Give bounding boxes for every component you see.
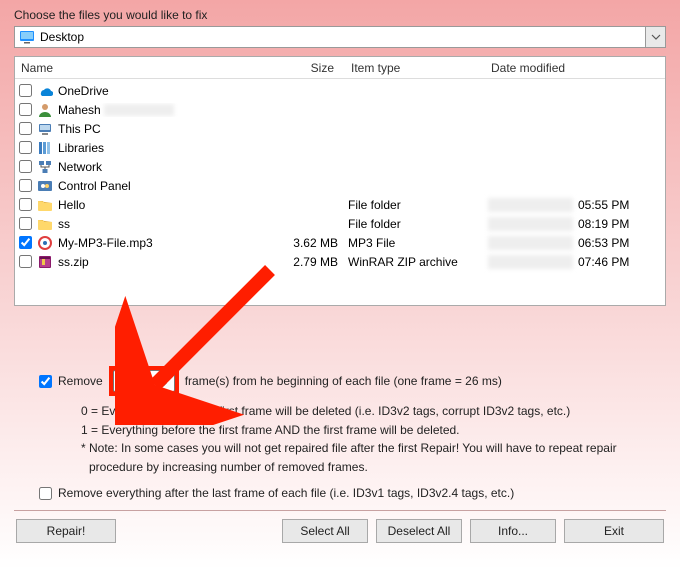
button-bar: Repair! Select All Deselect All Info... … [14,519,666,543]
file-checkbox[interactable] [19,122,32,135]
info-button[interactable]: Info... [470,519,556,543]
file-row[interactable]: ss File folder 08:19 PM [15,214,665,233]
frames-spinner-highlight [109,366,179,396]
location-field[interactable]: Desktop [14,26,646,48]
file-checkbox[interactable] [19,179,32,192]
folder-icon [37,197,53,213]
remove-frames-checkbox[interactable] [39,375,52,388]
file-row[interactable]: Libraries [15,138,665,157]
file-type: MP3 File [348,236,488,250]
file-checkbox[interactable] [19,160,32,173]
control-icon [37,178,53,194]
folder-icon [37,216,53,232]
file-name: OneDrive [58,84,278,98]
file-name: ss.zip [58,255,278,269]
redacted-text [104,104,174,116]
location-dropdown-button[interactable] [646,26,666,48]
file-size: 3.62 MB [278,236,348,250]
file-row[interactable]: My-MP3-File.mp33.62 MBMP3 File 06:53 PM [15,233,665,252]
location-bar: Desktop [14,26,666,48]
file-name: Mahesh [58,103,278,117]
file-row[interactable]: This PC [15,119,665,138]
frames-spinner[interactable] [113,370,175,392]
file-name: Libraries [58,141,278,155]
file-row[interactable]: Hello File folder 05:55 PM [15,195,665,214]
file-name: Control Panel [58,179,278,193]
file-row[interactable]: ss.zip2.79 MBWinRAR ZIP archive 07:46 PM [15,252,665,271]
file-row[interactable]: Control Panel [15,176,665,195]
network-icon [37,159,53,175]
location-label: Desktop [40,30,84,44]
file-row[interactable]: Mahesh [15,100,665,119]
file-rows: OneDrive Mahesh This PC Libraries Network Con… [15,79,665,273]
remove-after-row: Remove everything after the last frame o… [39,486,666,500]
col-header-date[interactable]: Date modified [485,58,665,78]
file-name: My-MP3-File.mp3 [58,236,278,250]
user-icon [37,102,53,118]
desktop-icon [19,29,35,45]
remove-frames-label-after: frame(s) from he beginning of each file … [185,374,502,388]
file-checkbox[interactable] [19,103,32,116]
mp3-icon [37,235,53,251]
file-checkbox[interactable] [19,84,32,97]
file-size: 2.79 MB [278,255,348,269]
file-type: WinRAR ZIP archive [348,255,488,269]
remove-after-checkbox[interactable] [39,487,52,500]
repair-button[interactable]: Repair! [16,519,116,543]
file-name: Hello [58,198,278,212]
file-name: Network [58,160,278,174]
help-line: procedure by increasing number of remove… [81,458,666,477]
help-line: 0 = Everything before the first frame wi… [81,402,666,421]
deselect-all-button[interactable]: Deselect All [376,519,462,543]
libraries-icon [37,140,53,156]
file-row[interactable]: Network [15,157,665,176]
file-time: 05:55 PM [578,198,629,212]
file-list-panel: Name Size Item type Date modified OneDri… [14,56,666,306]
help-line: 1 = Everything before the first frame AN… [81,421,666,440]
file-time: 07:46 PM [578,255,629,269]
redacted-date [488,198,573,212]
file-checkbox[interactable] [19,141,32,154]
help-text: 0 = Everything before the first frame wi… [81,402,666,476]
file-checkbox[interactable] [19,255,32,268]
remove-frames-row: Remove frame(s) from he beginning of eac… [39,366,666,396]
dialog-root: Choose the files you would like to fix D… [0,0,680,570]
help-line: * Note: In some cases you will not get r… [81,439,666,458]
redacted-date [488,217,573,231]
file-checkbox[interactable] [19,217,32,230]
file-checkbox[interactable] [19,198,32,211]
instruction-label: Choose the files you would like to fix [14,8,666,22]
exit-button[interactable]: Exit [564,519,664,543]
col-header-name[interactable]: Name [15,58,275,78]
select-all-button[interactable]: Select All [282,519,368,543]
redacted-date [488,236,573,250]
chevron-down-icon [651,34,661,40]
col-header-size[interactable]: Size [275,58,345,78]
file-name: ss [58,217,278,231]
onedrive-icon [37,83,53,99]
file-time: 08:19 PM [578,217,629,231]
options-area: Remove frame(s) from he beginning of eac… [14,366,666,500]
list-header: Name Size Item type Date modified [15,57,665,79]
file-checkbox[interactable] [19,236,32,249]
file-name: This PC [58,122,278,136]
file-type: File folder [348,198,488,212]
thispc-icon [37,121,53,137]
file-time: 06:53 PM [578,236,629,250]
redacted-date [488,255,573,269]
col-header-type[interactable]: Item type [345,58,485,78]
separator [14,510,666,511]
file-type: File folder [348,217,488,231]
zip-icon [37,254,53,270]
remove-frames-label-before: Remove [58,374,103,388]
remove-after-label: Remove everything after the last frame o… [58,486,514,500]
file-row[interactable]: OneDrive [15,81,665,100]
